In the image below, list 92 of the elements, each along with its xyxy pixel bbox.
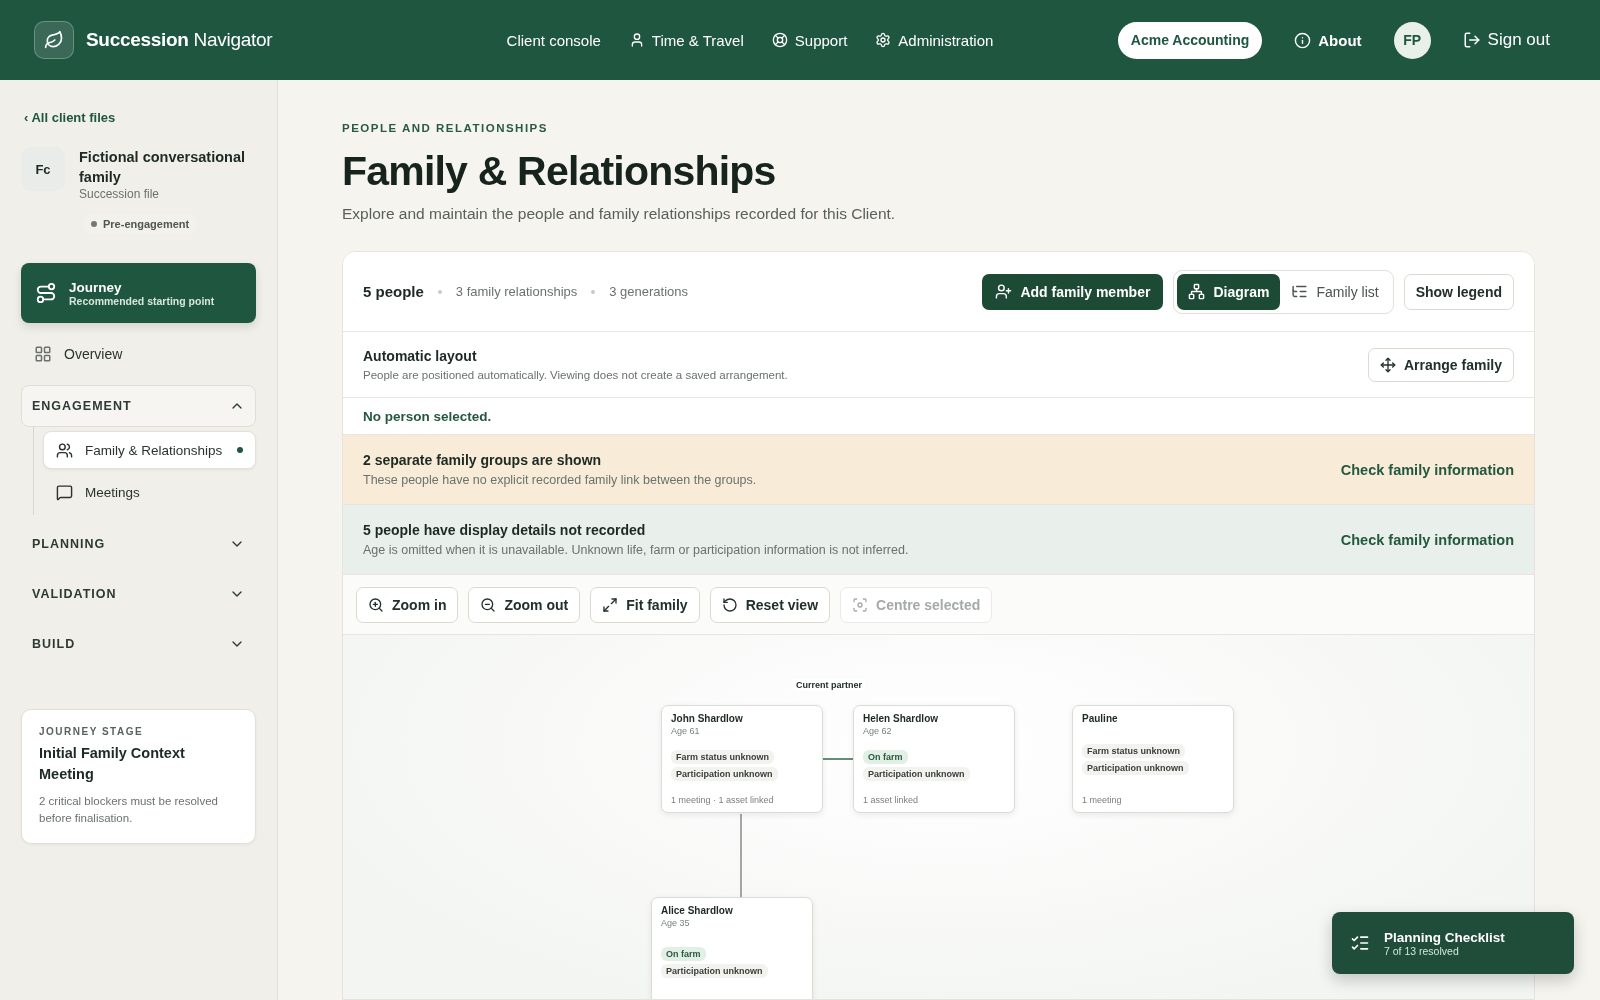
info-icon <box>1294 31 1312 49</box>
view-tool-button[interactable]: Fit family <box>590 586 700 623</box>
client-initials: Fc <box>21 147 65 191</box>
person-card[interactable]: Pauline Farm status unknown Participation unknown 1 meeting <box>1072 705 1234 813</box>
section-header[interactable]: BUILD <box>21 623 256 665</box>
organisation-button[interactable]: Acme Accounting <box>1117 21 1263 59</box>
status-chip: Participation unknown <box>661 964 768 978</box>
notice-title: 2 separate family groups are shown <box>363 452 603 468</box>
layout-title: Automatic layout <box>363 348 478 364</box>
status-chip: Farm status unknown <box>1082 744 1185 758</box>
person-name: Pauline <box>1082 713 1119 724</box>
person-name: Helen Shardlow <box>863 713 939 724</box>
client-name: Fictional conversational family <box>79 148 246 187</box>
person-footer: 1 meeting <box>1082 795 1224 805</box>
route-icon <box>35 282 57 304</box>
user-avatar[interactable]: FP <box>1393 21 1431 59</box>
reset-icon <box>721 596 738 613</box>
status-chip: Participation unknown <box>863 767 970 781</box>
sign-out-icon <box>1462 31 1481 49</box>
planning-checklist-button[interactable]: Planning Checklist 7 of 13 resolved <box>1332 912 1574 974</box>
person-card[interactable]: John Shardlow Age 61 Farm status unknown Participation unknown 1 meeting · 1 asset linked <box>661 705 823 813</box>
overview-item[interactable]: Overview <box>21 335 256 373</box>
zoom-in-icon <box>368 596 384 613</box>
add-family-member-button[interactable]: Add family member <box>982 273 1164 310</box>
person-age: Age 62 <box>863 726 893 736</box>
status-chip: Farm status unknown <box>671 750 774 764</box>
journey-button[interactable]: Journey Recommended starting point <box>21 263 256 323</box>
generation-count: 3 generations <box>609 284 689 299</box>
settings-icon <box>875 32 892 48</box>
page-title: Family & Relationships <box>342 148 777 195</box>
stage-title: Initial Family Context Meeting <box>39 744 186 784</box>
view-tab[interactable]: Family list <box>1280 273 1390 310</box>
page-eyebrow: PEOPLE AND RELATIONSHIPS <box>342 122 549 134</box>
person-footer: 1 asset linked <box>863 795 1005 805</box>
arrange-family-button[interactable]: Arrange family <box>1367 347 1514 382</box>
person-name: Alice Shardlow <box>661 905 734 916</box>
layout-note: People are positioned automatically. Viewing does not create a saved arrangement. <box>363 369 789 381</box>
relationship-label: Current partner <box>793 679 865 691</box>
client-subtitle: Succession file <box>79 187 161 201</box>
view-tool-button[interactable]: Reset view <box>709 586 831 623</box>
focus-icon <box>852 596 869 613</box>
notice-title: 5 people have display details not recorded <box>363 522 647 538</box>
people-count: 5 people <box>363 283 424 300</box>
hierarchy-icon <box>1188 283 1206 300</box>
leaf-logo-icon <box>34 21 74 59</box>
sidebar-item[interactable]: Family & Relationships <box>43 431 256 469</box>
person-age: Age 61 <box>671 726 701 736</box>
lifebuoy-icon <box>771 32 788 48</box>
move-icon <box>1379 356 1396 373</box>
relationship-count: 3 family relationships <box>455 284 578 299</box>
show-legend-button[interactable]: Show legend <box>1403 273 1514 310</box>
section-header[interactable]: PLANNING <box>21 523 256 565</box>
status-chip: On farm <box>863 750 908 764</box>
expand-icon <box>602 596 619 613</box>
notice-text: These people have no explicit recorded family link between the groups. <box>363 473 758 487</box>
status-chip: Participation unknown <box>671 767 778 781</box>
nav-link[interactable]: Time & Travel <box>628 31 744 49</box>
add-person-icon <box>995 283 1013 300</box>
status-chip: Participation unknown <box>1082 761 1189 775</box>
people-icon <box>56 441 73 459</box>
section-header[interactable]: VALIDATION <box>21 573 256 615</box>
check-family-link[interactable]: Check family information <box>1340 531 1514 548</box>
person-card[interactable]: Helen Shardlow Age 62 On farm Participation unknown 1 asset linked <box>853 705 1015 813</box>
page-subtitle: Explore and maintain the people and family relationships recorded for this Client. <box>342 205 897 223</box>
person-card[interactable]: Alice Shardlow Age 35 On farm Participation unknown <box>651 897 813 999</box>
sign-out-button[interactable]: Sign out <box>1456 29 1556 51</box>
person-age: Age 35 <box>661 918 691 928</box>
status-chip: On farm <box>661 947 706 961</box>
grid-icon <box>34 345 52 363</box>
list-icon <box>1291 283 1309 300</box>
stage-note: 2 critical blockers must be resolved before finalisation. <box>39 794 219 826</box>
stage-eyebrow: JOURNEY STAGE <box>39 726 145 737</box>
nav-link[interactable]: Administration <box>875 31 994 49</box>
section-header[interactable]: ENGAGEMENT <box>21 385 256 427</box>
check-family-link[interactable]: Check family information <box>1340 461 1514 478</box>
nav-link[interactable]: Client console <box>506 31 601 49</box>
zoom-out-icon <box>480 596 497 613</box>
app-title: Succession Navigator <box>86 29 273 51</box>
view-tab[interactable]: Diagram <box>1177 273 1281 310</box>
notice-text: Age is omitted when it is unavailable. Unknown life, farm or participation information is not inferred. <box>363 543 910 557</box>
selection-status: No person selected. <box>363 408 492 424</box>
about-button[interactable]: About <box>1288 30 1368 50</box>
view-tool-button[interactable]: Zoom out <box>468 586 581 623</box>
message-icon <box>56 483 73 501</box>
checklist-icon <box>1350 933 1370 953</box>
view-tool-button[interactable]: Zoom in <box>356 586 459 623</box>
nav-link[interactable]: Support <box>771 31 848 49</box>
person-name: John Shardlow <box>671 713 744 724</box>
sidebar-item[interactable]: Meetings <box>43 473 256 511</box>
person-footer: 1 meeting · 1 asset linked <box>671 795 813 805</box>
partner-connector <box>821 758 854 760</box>
back-link[interactable]: ‹ All client files <box>24 110 256 125</box>
